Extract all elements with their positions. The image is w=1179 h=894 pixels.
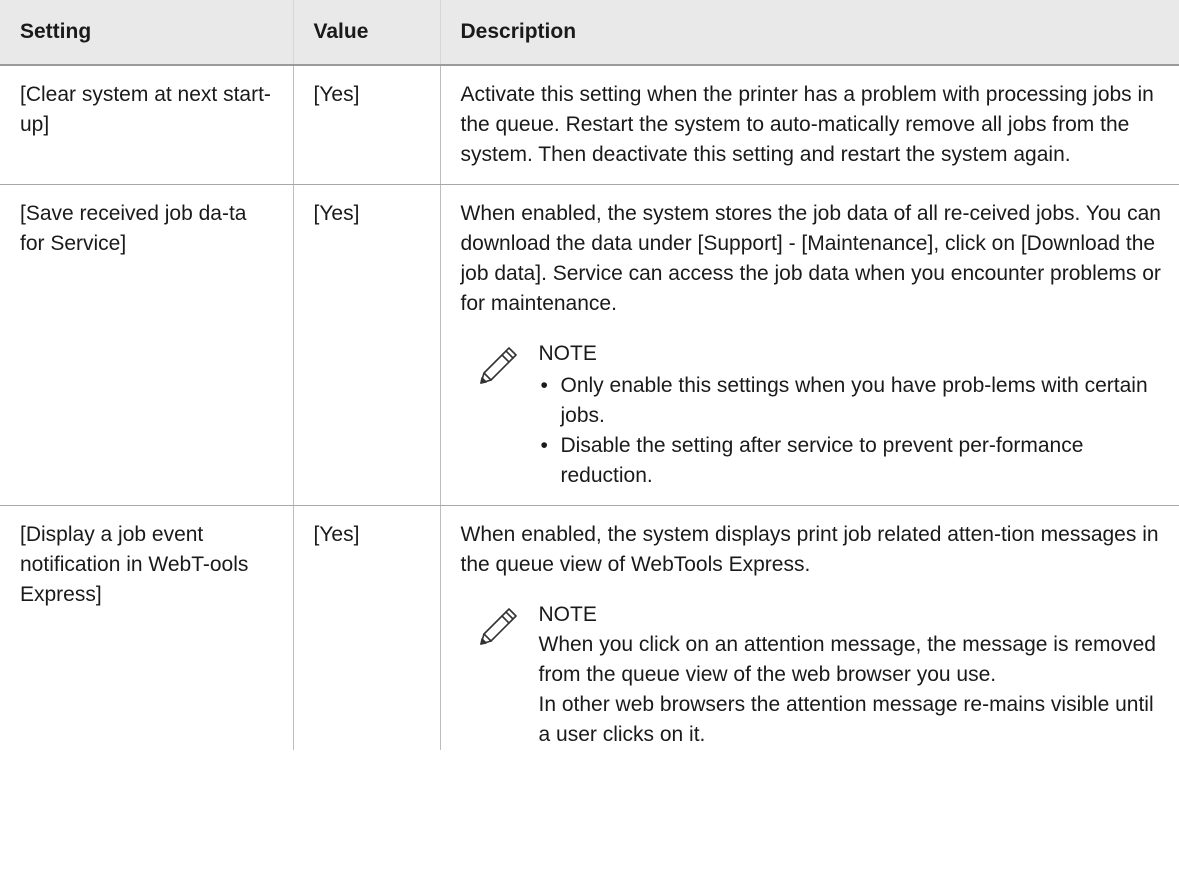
table-header: Setting Value Description — [0, 0, 1179, 66]
table-row: [Display a job event notification in Web… — [0, 505, 1179, 750]
description-text: When enabled, the system stores the job … — [460, 202, 1161, 315]
setting-cell: [Display a job event notification in Web… — [20, 523, 249, 606]
header-description: Description — [439, 0, 1179, 66]
note-bullet: Only enable this settings when you have … — [539, 371, 1164, 431]
setting-cell: [Save received job da-ta for Service] — [0, 184, 293, 506]
setting-cell: [Clear system at next start-up] — [0, 65, 293, 185]
pencil-note-icon — [479, 347, 517, 384]
description-cell: When enabled, the system stores the job … — [439, 184, 1179, 506]
note-block: NOTE Only enable this settings when you … — [461, 339, 1164, 491]
description-cell: When enabled, the system displays print … — [439, 505, 1179, 750]
table-row: [Save received job da-ta for Service] [Y… — [0, 184, 1179, 506]
note-list: Only enable this settings when you have … — [539, 371, 1164, 491]
header-row: Setting Value Description — [0, 0, 1179, 66]
value-cell: [Yes] — [292, 65, 440, 185]
value-cell: [Yes] — [292, 505, 440, 750]
description-text: Activate this setting when the printer h… — [460, 83, 1154, 166]
note-paragraph: When you click on an attention message, … — [538, 633, 1157, 686]
description-cell: Activate this setting when the printer h… — [439, 65, 1179, 185]
value-cell: [Yes] — [292, 184, 440, 506]
table-row: [Clear system at next start-up] [Yes] Ac… — [0, 65, 1179, 185]
note-title: NOTE — [538, 342, 597, 365]
pencil-note-icon — [479, 608, 517, 645]
header-setting: Setting — [0, 0, 293, 66]
note-paragraph: In other web browsers the attention mess… — [538, 693, 1154, 746]
note-title: NOTE — [538, 603, 597, 626]
description-text: When enabled, the system displays print … — [460, 523, 1159, 576]
note-bullet: Disable the setting after service to pre… — [539, 431, 1164, 491]
note-block: NOTE When you click on an attention mess… — [461, 600, 1164, 750]
header-value: Value — [292, 0, 440, 66]
settings-table: Setting Value Description [Clear system … — [0, 0, 1179, 750]
